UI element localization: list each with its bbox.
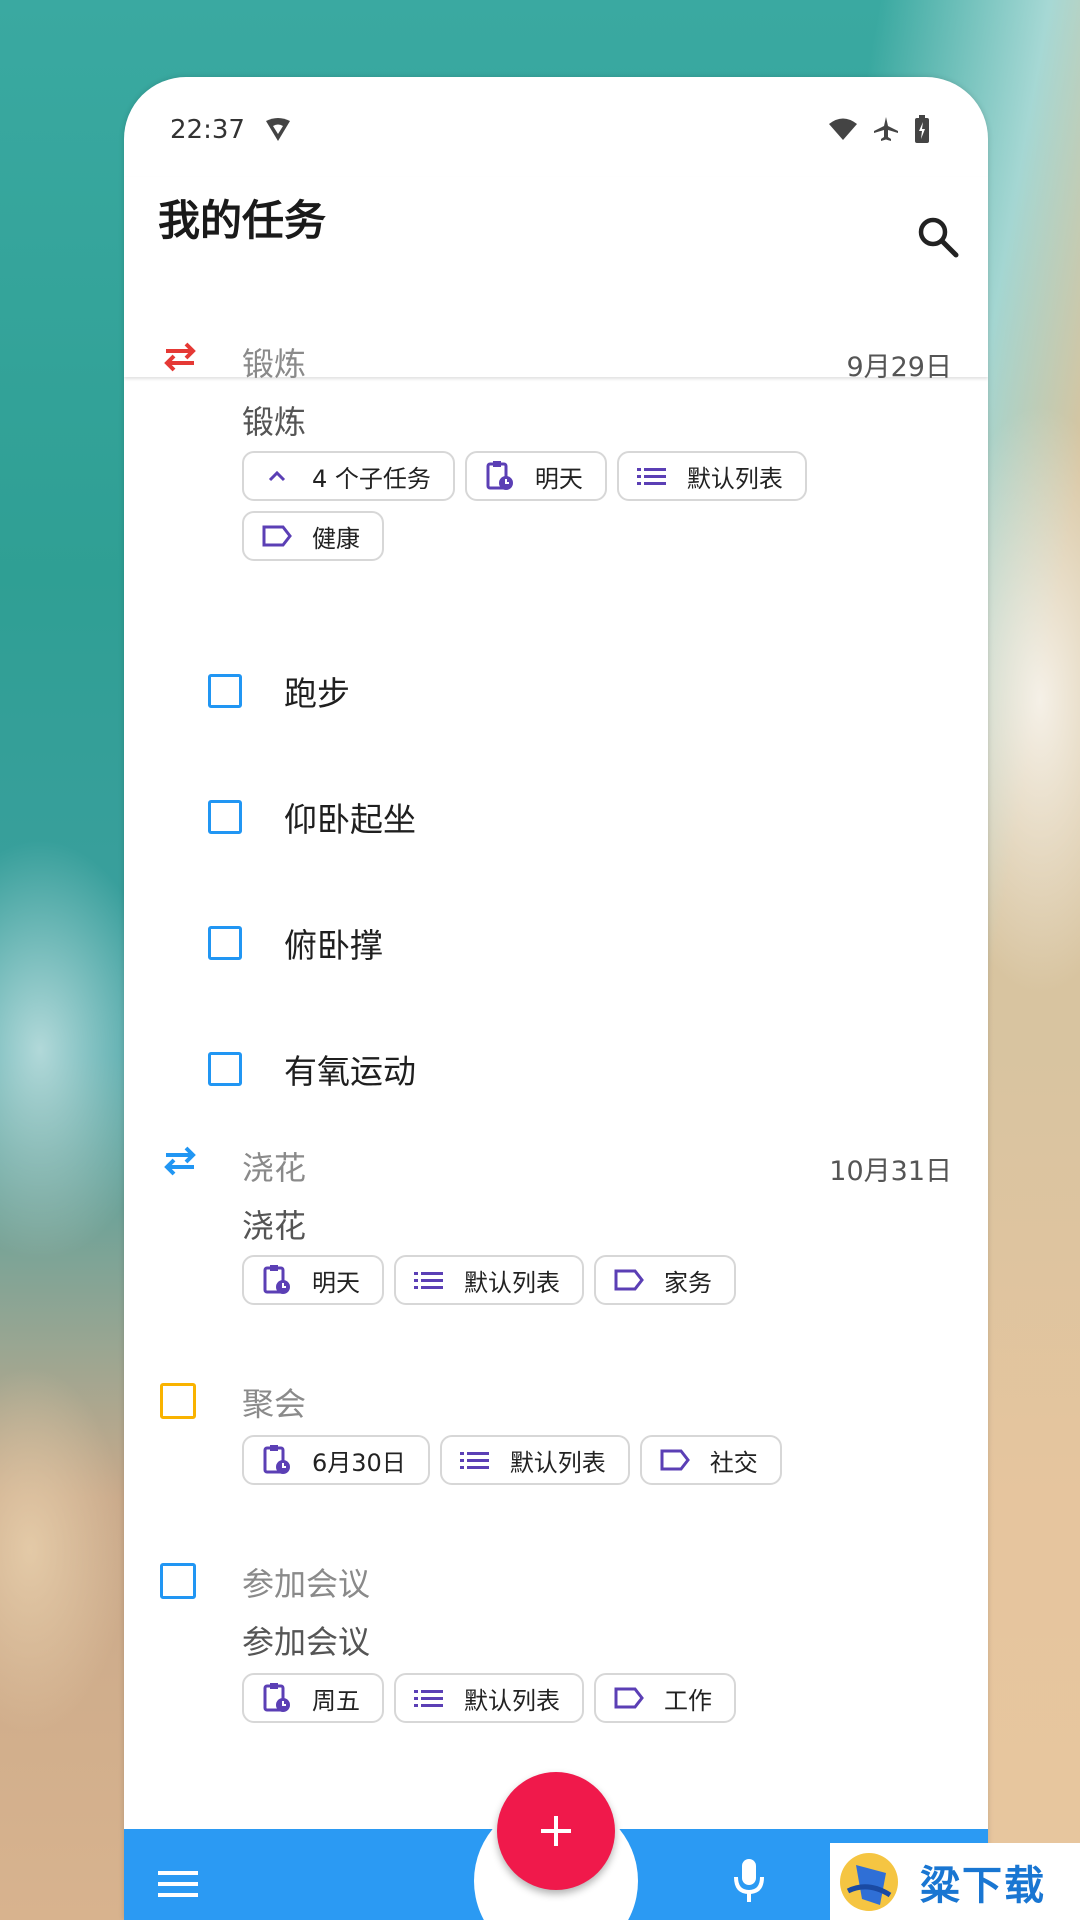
tag-chip[interactable]: 家务: [594, 1255, 736, 1305]
list-icon: [414, 1683, 444, 1713]
chip-label: 工作: [664, 1686, 712, 1715]
checkbox[interactable]: [208, 674, 242, 708]
subtask-label: 仰卧起坐: [284, 800, 416, 839]
battery-icon: [915, 115, 929, 143]
watermark: 粱下载: [830, 1843, 1080, 1920]
search-icon: [918, 217, 959, 258]
chip-label: 4 个子任务: [312, 464, 431, 493]
due-date-chip[interactable]: 6月30日: [242, 1435, 430, 1485]
label-icon: [614, 1683, 644, 1713]
chip-label: 社交: [709, 1448, 758, 1477]
task-title: 锻炼: [242, 345, 307, 383]
list-chip[interactable]: 默认列表: [616, 451, 807, 501]
list-icon: [414, 1265, 444, 1295]
task-note: 参加会议: [242, 1623, 371, 1661]
chip-label: 6月30日: [312, 1448, 406, 1477]
plus-icon: [541, 1816, 571, 1846]
airplane-icon: [874, 117, 898, 141]
checkbox-icon[interactable]: [160, 1563, 196, 1599]
chip-label: 默认列表: [464, 1268, 560, 1297]
task-chips: 明天 默认列表 家务: [242, 1255, 862, 1305]
chip-label: 明天: [312, 1268, 360, 1297]
chip-label: 默认列表: [686, 464, 783, 493]
checkbox-icon[interactable]: [160, 1383, 196, 1419]
due-date-chip[interactable]: 明天: [464, 451, 607, 501]
watermark-logo-icon: [840, 1852, 898, 1911]
chip-label: 默认列表: [509, 1448, 606, 1477]
due-date-chip[interactable]: 周五: [242, 1673, 384, 1723]
phone-screen: 22:37 我的任务 锻炼 9月29日 锻炼 4 个子任务 明天 默认列表 健康…: [124, 77, 988, 1920]
schedule-icon: [262, 1683, 292, 1713]
status-bar: 22:37: [124, 77, 988, 177]
tag-chip[interactable]: 社交: [639, 1435, 782, 1485]
label-icon: [262, 521, 292, 551]
chip-label: 明天: [534, 464, 583, 493]
checkbox[interactable]: [208, 926, 242, 960]
schedule-icon: [262, 1265, 292, 1295]
list-chip[interactable]: 默认列表: [439, 1435, 630, 1485]
subtask-label: 有氧运动: [284, 1052, 416, 1091]
task-note: 浇花: [242, 1207, 307, 1245]
chip-label: 家务: [664, 1268, 712, 1297]
subtask-label: 俯卧撑: [284, 926, 383, 965]
subtask-label: 跑步: [284, 674, 350, 713]
task-note: 锻炼: [242, 403, 307, 441]
subtask-item[interactable]: 俯卧撑: [208, 913, 908, 973]
menu-button[interactable]: [158, 1869, 198, 1899]
chip-label: 健康: [312, 524, 360, 553]
list-icon: [636, 461, 667, 491]
tag-chip[interactable]: 工作: [594, 1673, 736, 1723]
due-date-chip[interactable]: 明天: [242, 1255, 384, 1305]
chip-label: 周五: [312, 1686, 360, 1715]
schedule-icon: [485, 461, 515, 491]
list-chip[interactable]: 默认列表: [394, 1255, 584, 1305]
repeat-icon[interactable]: [160, 1141, 200, 1185]
checkbox[interactable]: [208, 1052, 242, 1086]
watermark-text: 粱下载: [920, 1862, 1046, 1909]
mic-icon: [734, 1859, 764, 1902]
task-chips: 6月30日 默认列表 社交: [242, 1435, 862, 1485]
repeat-icon[interactable]: [160, 337, 200, 381]
task-date: 9月29日: [846, 352, 952, 383]
subtask-item[interactable]: 跑步: [208, 661, 908, 721]
vpn-icon: [264, 117, 292, 147]
page-title: 我的任务: [158, 196, 327, 245]
task-title: 参加会议: [242, 1565, 371, 1603]
list-chip[interactable]: 默认列表: [394, 1673, 584, 1723]
task-chips: 周五 默认列表 工作: [242, 1673, 862, 1723]
checkbox[interactable]: [208, 800, 242, 834]
subtask-item[interactable]: 仰卧起坐: [208, 787, 908, 847]
menu-icon: [158, 1871, 198, 1897]
subtasks-chip[interactable]: 4 个子任务: [242, 451, 455, 501]
label-icon: [614, 1265, 644, 1295]
task-date: 10月31日: [829, 1156, 952, 1187]
wifi-icon: [829, 118, 857, 140]
task-title: 浇花: [242, 1149, 307, 1187]
chip-label: 默认列表: [464, 1686, 560, 1715]
status-icons: [828, 115, 930, 143]
chevron-up-icon: [262, 461, 292, 491]
tag-chip[interactable]: 健康: [242, 511, 384, 561]
status-time: 22:37: [170, 115, 245, 145]
label-icon: [660, 1445, 690, 1475]
search-button[interactable]: [916, 215, 960, 259]
list-icon: [459, 1445, 490, 1475]
voice-input-button[interactable]: [732, 1857, 766, 1903]
subtask-item[interactable]: 有氧运动: [208, 1039, 908, 1099]
task-title: 聚会: [242, 1385, 307, 1423]
schedule-icon: [262, 1445, 292, 1475]
add-task-button[interactable]: [497, 1772, 615, 1890]
task-chips: 4 个子任务 明天 默认列表 健康: [242, 451, 862, 561]
